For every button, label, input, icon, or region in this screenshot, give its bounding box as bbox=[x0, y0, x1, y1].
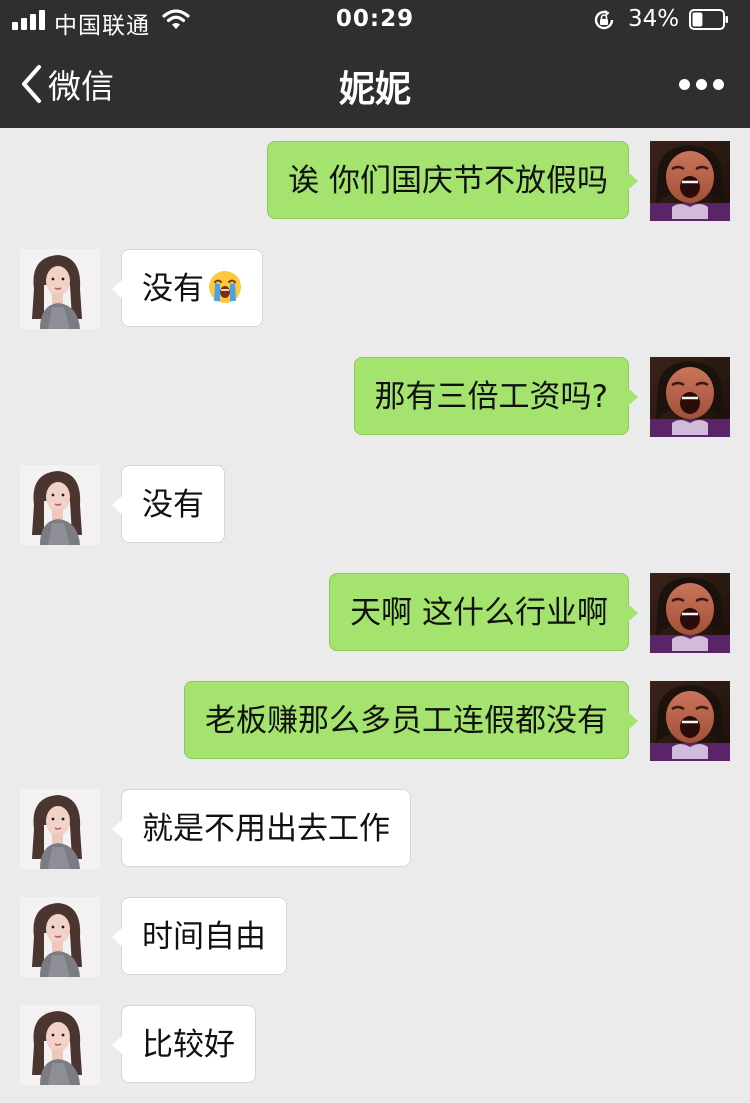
photo-icon bbox=[20, 1005, 100, 1085]
contact-avatar[interactable] bbox=[20, 1005, 100, 1085]
outgoing-message-bubble[interactable]: 老板赚那么多员工连假都没有 bbox=[184, 681, 638, 759]
photo-icon bbox=[20, 897, 100, 977]
more-options-button[interactable] bbox=[676, 74, 726, 94]
incoming-message-bubble[interactable]: 没有 bbox=[112, 465, 225, 543]
status-bar: 中国联通 00:29 34% bbox=[0, 0, 750, 40]
incoming-message-bubble[interactable]: 时间自由 bbox=[112, 897, 287, 975]
contact-avatar[interactable] bbox=[20, 897, 100, 977]
my-avatar[interactable] bbox=[650, 573, 730, 653]
photo-icon bbox=[20, 249, 100, 329]
photo-icon bbox=[20, 465, 100, 545]
incoming-message-bubble[interactable]: 没有 bbox=[112, 249, 263, 327]
incoming-message-bubble[interactable]: 就是不用出去工作 bbox=[112, 789, 411, 867]
outgoing-message-bubble[interactable]: 那有三倍工资吗? bbox=[353, 357, 639, 435]
my-avatar[interactable] bbox=[650, 681, 730, 761]
contact-avatar[interactable] bbox=[20, 789, 100, 869]
outgoing-message-bubble[interactable]: 天啊 这什么行业啊 bbox=[329, 573, 638, 651]
battery-percentage: 34% bbox=[628, 6, 680, 32]
more-dots-icon bbox=[679, 79, 690, 90]
contact-avatar[interactable] bbox=[20, 249, 100, 329]
contact-avatar[interactable] bbox=[20, 465, 100, 545]
loudly-crying-face-emoji-icon bbox=[209, 271, 241, 303]
chat-header: 中国联通 00:29 34% 微信 妮妮 bbox=[0, 0, 750, 128]
photo-icon bbox=[650, 357, 730, 437]
photo-icon bbox=[650, 141, 730, 221]
incoming-message-bubble[interactable]: 比较好 bbox=[112, 1005, 256, 1083]
photo-icon bbox=[20, 789, 100, 869]
outgoing-message-bubble[interactable]: 诶 你们国庆节不放假吗 bbox=[267, 141, 638, 219]
chat-title: 妮妮 bbox=[338, 69, 411, 110]
orientation-lock-icon bbox=[594, 10, 614, 30]
photo-icon bbox=[650, 681, 730, 761]
my-avatar[interactable] bbox=[650, 141, 730, 221]
photo-icon bbox=[650, 573, 730, 653]
navigation-bar: 微信 妮妮 bbox=[0, 40, 750, 128]
my-avatar[interactable] bbox=[650, 357, 730, 437]
message-list: 诶 你们国庆节不放假吗 没有 那有三倍工资吗? 没有 天啊 这什么行业啊 老板赚… bbox=[0, 128, 750, 1103]
message-text: 没有 bbox=[142, 271, 204, 307]
battery-icon bbox=[689, 9, 728, 30]
